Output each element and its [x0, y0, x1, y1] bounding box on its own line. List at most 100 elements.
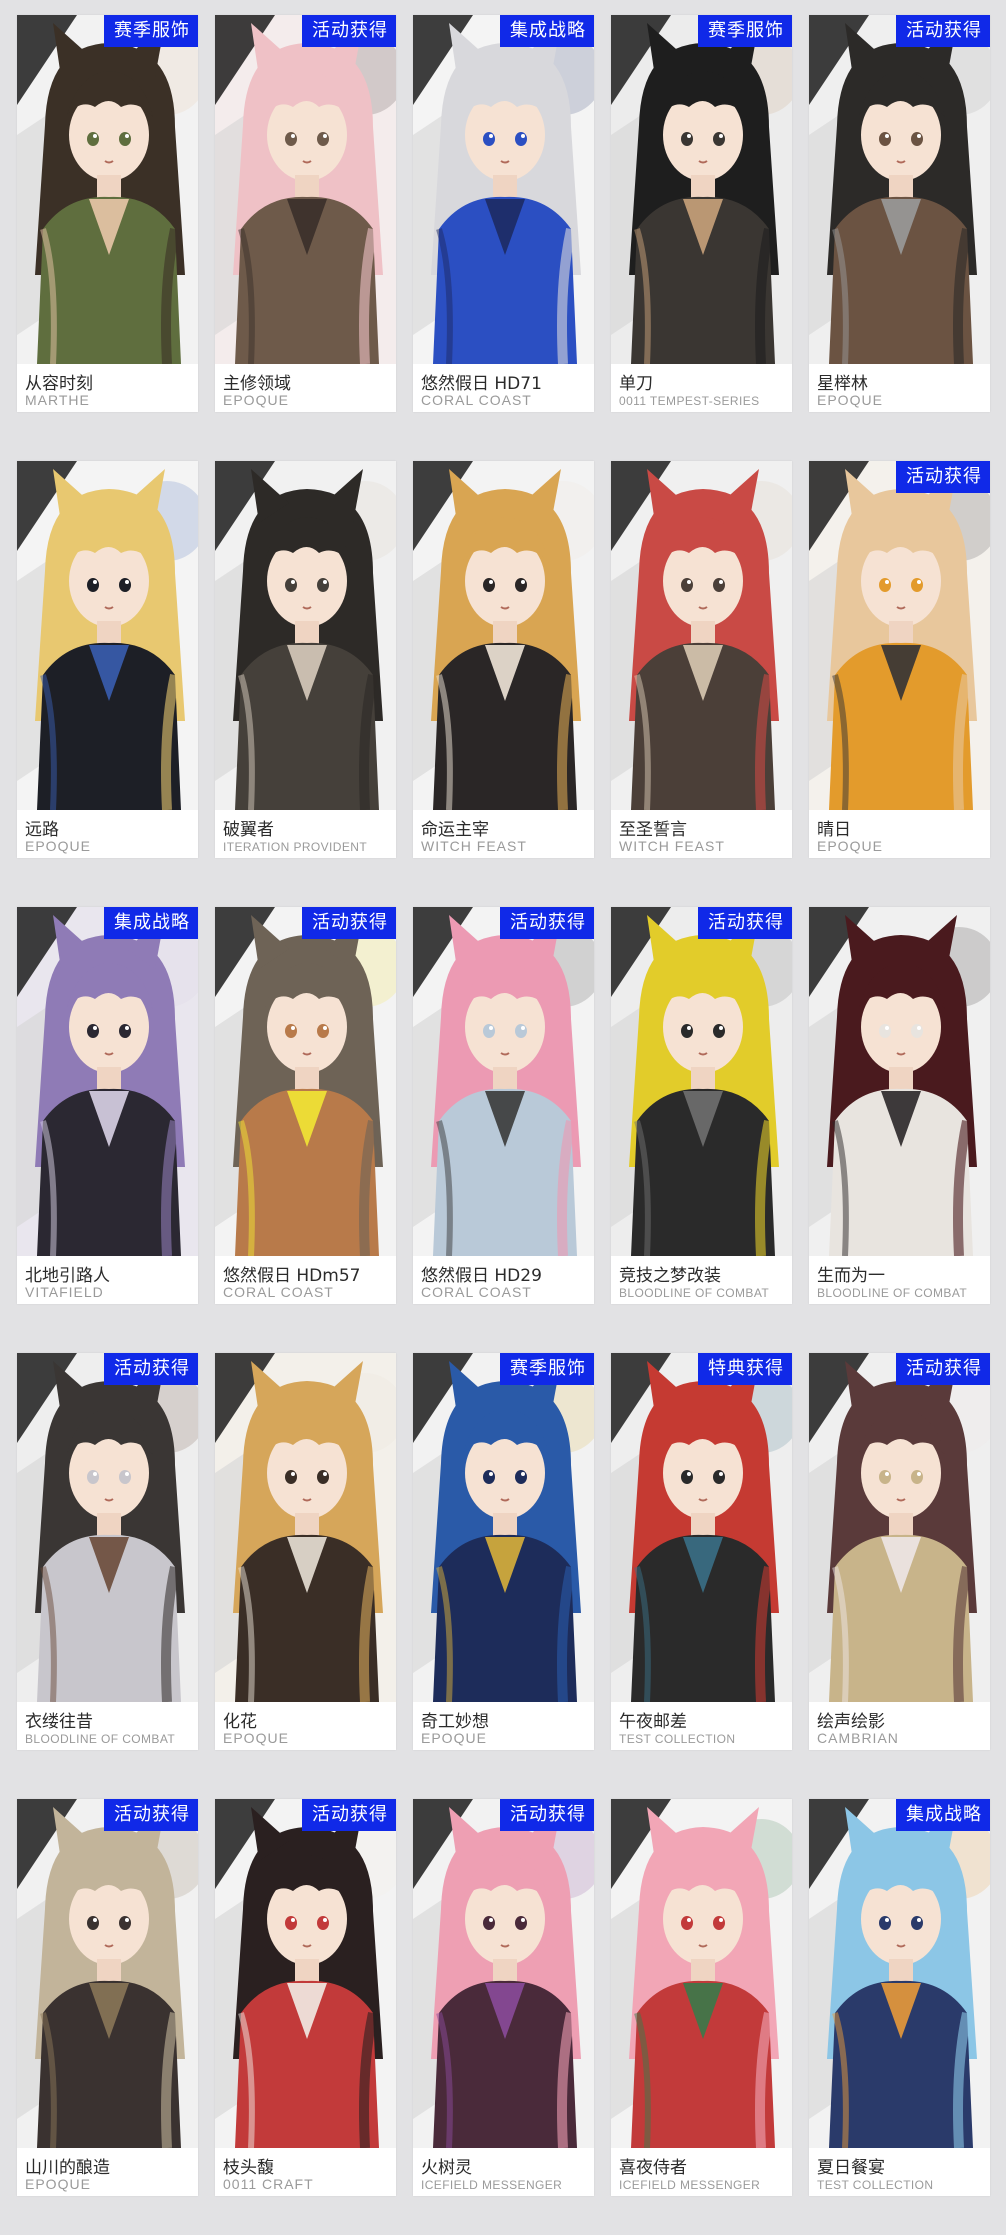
portrait-illustration	[809, 15, 990, 364]
skin-art[interactable]	[809, 1353, 990, 1702]
skin-art[interactable]	[17, 907, 198, 1256]
acquisition-badge: 活动获得	[896, 15, 990, 47]
skin-card[interactable]: 赛季服饰 单刀 0011 TEMPEST-SERIES	[611, 15, 792, 412]
skin-name: 火树灵	[421, 2158, 472, 2178]
skin-art[interactable]	[413, 1799, 594, 2148]
skin-card[interactable]: 集成战略北地引路人 VITAFIELD	[17, 907, 198, 1304]
acquisition-badge: 特典获得	[698, 1353, 792, 1385]
skin-card[interactable]: 活动获得竞技之梦改装 BLOODLINE OF COMBAT	[611, 907, 792, 1304]
skin-art[interactable]	[17, 15, 198, 364]
skin-series: BLOODLINE OF COMBAT	[619, 1286, 770, 1300]
skin-card[interactable]: 活动获得 枝头馥 0011 CRAFT	[215, 1799, 396, 2196]
portrait-illustration	[611, 907, 792, 1256]
skin-card[interactable]: 集成战略 悠然假日 HD71 CORAL COAST	[413, 15, 594, 412]
skin-series: BLOODLINE OF COMBAT	[25, 1732, 176, 1746]
skin-art[interactable]	[17, 1353, 198, 1702]
skin-art[interactable]	[413, 461, 594, 810]
skin-card[interactable]: 化花 EPOQUE	[215, 1353, 396, 1750]
skin-art[interactable]	[611, 907, 792, 1256]
skin-card[interactable]: 活动获得悠然假日 HD29 CORAL COAST	[413, 907, 594, 1304]
skin-caption: 竞技之梦改装 BLOODLINE OF COMBAT	[611, 1256, 792, 1304]
skin-card[interactable]: 集成战略 夏日餐宴 TEST COLLECTION	[809, 1799, 990, 2196]
acquisition-badge: 活动获得	[302, 1799, 396, 1831]
skin-caption: 北地引路人 VITAFIELD	[17, 1256, 198, 1304]
skin-name: 山川的酿造	[25, 2158, 110, 2178]
skin-series: CORAL COAST	[421, 1284, 532, 1300]
portrait-illustration	[611, 1799, 792, 2148]
skin-series: VITAFIELD	[25, 1284, 104, 1300]
skin-series: TEST COLLECTION	[817, 2178, 934, 2192]
skin-art[interactable]	[611, 1799, 792, 2148]
portrait-illustration	[413, 907, 594, 1256]
acquisition-badge: 活动获得	[104, 1799, 198, 1831]
skin-caption: 山川的酿造 EPOQUE	[17, 2148, 198, 2196]
skin-art[interactable]	[809, 1799, 990, 2148]
skin-card[interactable]: 活动获得 主修领域 EPOQUE	[215, 15, 396, 412]
skin-name: 星榉林	[817, 374, 868, 394]
skin-card[interactable]: 活动获得晴日 EPOQUE	[809, 461, 990, 858]
skin-name: 喜夜侍者	[619, 2158, 687, 2178]
skin-art[interactable]	[17, 461, 198, 810]
skin-art[interactable]	[413, 907, 594, 1256]
portrait-illustration	[809, 1353, 990, 1702]
skin-art[interactable]	[809, 461, 990, 810]
skin-card[interactable]: 活动获得 衣缕往昔 BLOODLINE OF COMBAT	[17, 1353, 198, 1750]
portrait-illustration	[17, 1799, 198, 2148]
skin-art[interactable]	[215, 15, 396, 364]
skin-card[interactable]: 赛季服饰 奇工妙想 EPOQUE	[413, 1353, 594, 1750]
skin-art[interactable]	[17, 1799, 198, 2148]
skin-card[interactable]: 至圣誓言 WITCH FEAST	[611, 461, 792, 858]
skin-art[interactable]	[215, 907, 396, 1256]
skin-art[interactable]	[215, 1799, 396, 2148]
acquisition-badge: 赛季服饰	[104, 15, 198, 47]
skin-name: 午夜邮差	[619, 1712, 687, 1732]
skin-card[interactable]: 活动获得 火树灵 ICEFIELD MESSENGER	[413, 1799, 594, 2196]
skin-caption: 火树灵 ICEFIELD MESSENGER	[413, 2148, 594, 2196]
skin-caption: 悠然假日 HD29 CORAL COAST	[413, 1256, 594, 1304]
skin-art[interactable]	[611, 461, 792, 810]
skin-card[interactable]: 生而为一 BLOODLINE OF COMBAT	[809, 907, 990, 1304]
skin-name: 化花	[223, 1712, 257, 1732]
skin-card[interactable]: 喜夜侍者 ICEFIELD MESSENGER	[611, 1799, 792, 2196]
portrait-illustration	[413, 461, 594, 810]
skin-card[interactable]: 活动获得 绘声绘影 CAMBRIAN	[809, 1353, 990, 1750]
acquisition-badge: 集成战略	[500, 15, 594, 47]
portrait-illustration	[17, 461, 198, 810]
skin-art[interactable]	[809, 15, 990, 364]
skin-series: EPOQUE	[817, 838, 883, 854]
skin-art[interactable]	[611, 15, 792, 364]
skin-series: EPOQUE	[25, 2176, 91, 2192]
skin-card[interactable]: 活动获得山川的酿造 EPOQUE	[17, 1799, 198, 2196]
skin-caption: 主修领域 EPOQUE	[215, 364, 396, 412]
skin-caption: 悠然假日 HDm57 CORAL COAST	[215, 1256, 396, 1304]
skin-art[interactable]	[611, 1353, 792, 1702]
portrait-illustration	[413, 1799, 594, 2148]
skin-name: 悠然假日 HD29	[421, 1266, 542, 1286]
skin-art[interactable]	[413, 15, 594, 364]
portrait-illustration	[17, 907, 198, 1256]
skin-name: 从容时刻	[25, 374, 93, 394]
portrait-illustration	[17, 1353, 198, 1702]
acquisition-badge: 赛季服饰	[698, 15, 792, 47]
skin-card[interactable]: 赛季服饰 从容时刻 MARTHE	[17, 15, 198, 412]
skin-series: ICEFIELD MESSENGER	[421, 2178, 563, 2192]
skin-caption: 绘声绘影 CAMBRIAN	[809, 1702, 990, 1750]
skin-caption: 奇工妙想 EPOQUE	[413, 1702, 594, 1750]
skin-art[interactable]	[809, 907, 990, 1256]
skin-art[interactable]	[215, 461, 396, 810]
skin-card[interactable]: 活动获得 星榉林 EPOQUE	[809, 15, 990, 412]
acquisition-badge: 活动获得	[896, 461, 990, 493]
acquisition-badge: 活动获得	[500, 907, 594, 939]
acquisition-badge: 活动获得	[698, 907, 792, 939]
skin-card[interactable]: 命运主宰 WITCH FEAST	[413, 461, 594, 858]
skin-art[interactable]	[215, 1353, 396, 1702]
skin-card[interactable]: 活动获得 悠然假日 HDm57 CORAL COAST	[215, 907, 396, 1304]
skin-series: ICEFIELD MESSENGER	[619, 2178, 761, 2192]
skin-card[interactable]: 远路 EPOQUE	[17, 461, 198, 858]
skin-card[interactable]: 破翼者 ITERATION PROVIDENT	[215, 461, 396, 858]
skin-card[interactable]: 特典获得 午夜邮差 TEST COLLECTION	[611, 1353, 792, 1750]
skin-caption: 远路 EPOQUE	[17, 810, 198, 858]
skin-art[interactable]	[413, 1353, 594, 1702]
acquisition-badge: 集成战略	[104, 907, 198, 939]
skin-caption: 晴日 EPOQUE	[809, 810, 990, 858]
